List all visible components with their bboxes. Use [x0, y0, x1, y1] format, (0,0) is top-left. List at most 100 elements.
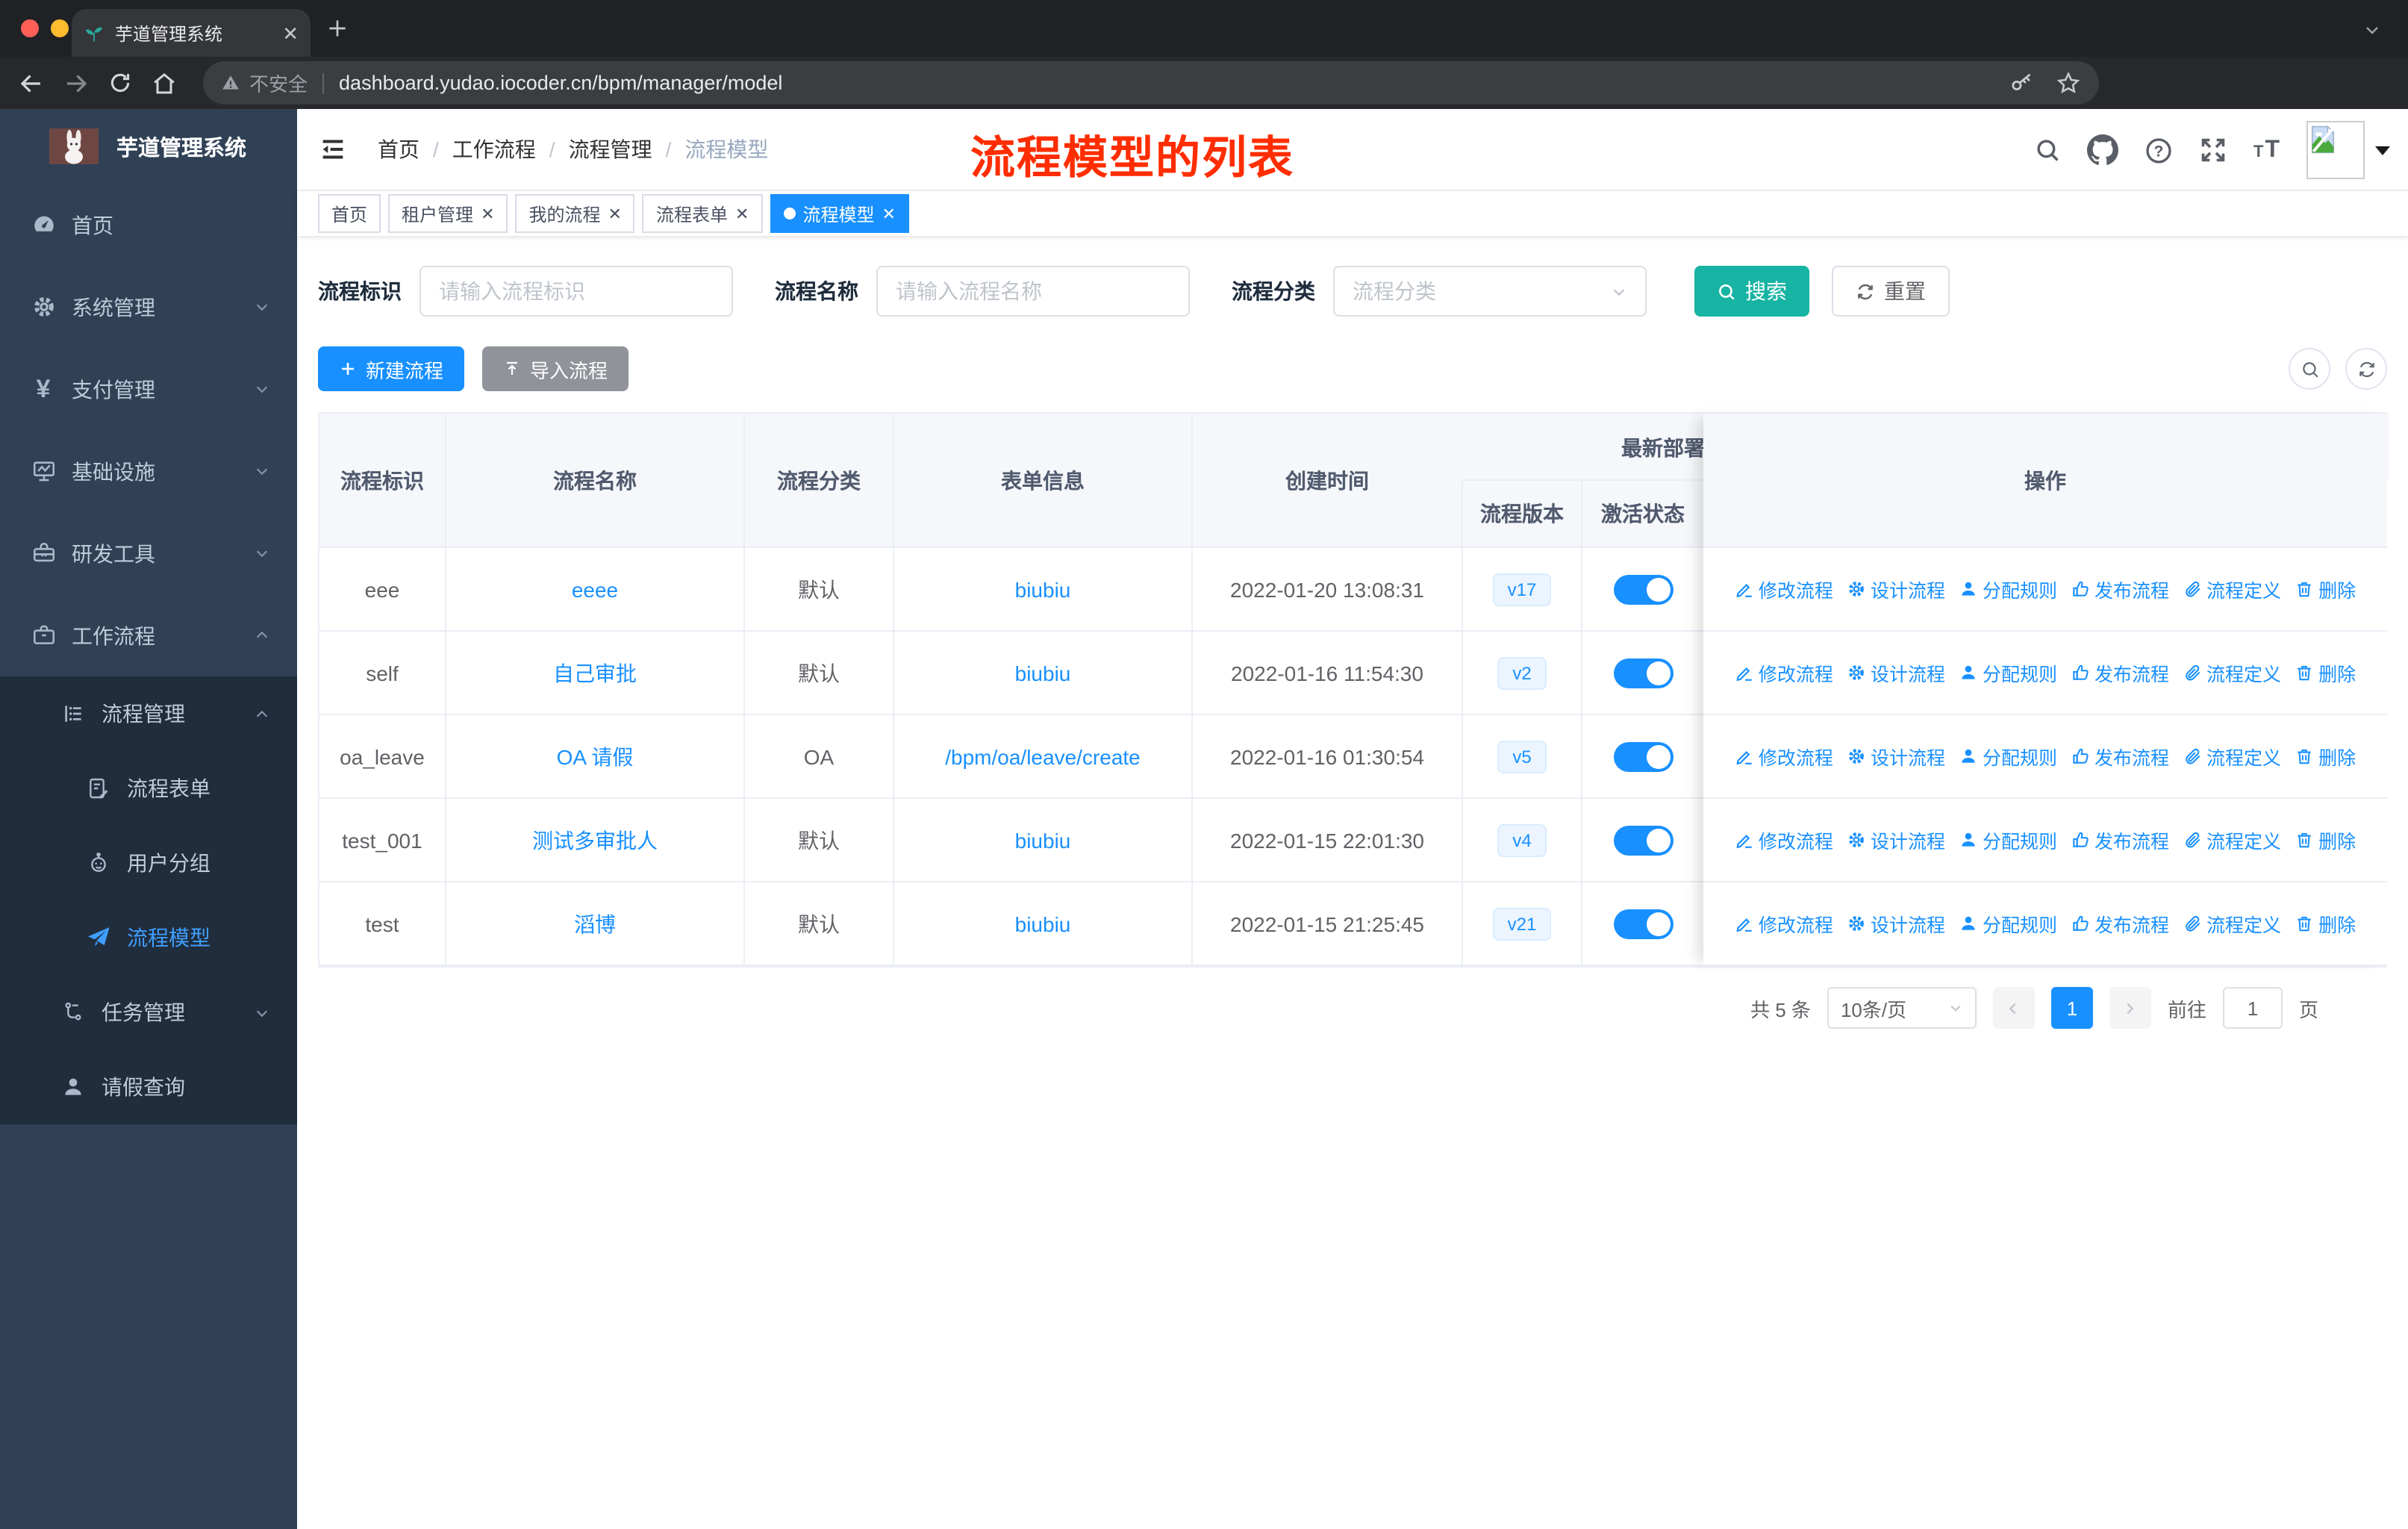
bookmark-star-icon[interactable]	[2056, 70, 2081, 96]
back-icon[interactable]	[18, 69, 45, 96]
design-process-link[interactable]: 设计流程	[1847, 909, 1945, 938]
security-warning[interactable]: 不安全	[221, 69, 308, 97]
sidebar-item-workflow[interactable]: 工作流程	[0, 594, 297, 676]
sidebar-collapse-icon[interactable]	[318, 134, 348, 164]
refresh-table-button[interactable]	[2345, 348, 2387, 390]
close-window-button[interactable]	[21, 19, 39, 37]
reset-button[interactable]: 重置	[1832, 266, 1950, 317]
tag-tenant[interactable]: 租户管理 ✕	[388, 194, 508, 233]
tag-my-process[interactable]: 我的流程 ✕	[515, 194, 635, 233]
design-process-link[interactable]: 设计流程	[1847, 742, 1945, 770]
form-info-link[interactable]: biubiu	[1015, 828, 1071, 852]
form-info-link[interactable]: /bpm/oa/leave/create	[945, 744, 1141, 768]
address-bar[interactable]: 不安全 dashboard.yudao.iocoder.cn/bpm/manag…	[203, 61, 2099, 105]
goto-page-input[interactable]	[2222, 987, 2283, 1029]
active-toggle[interactable]	[1613, 574, 1673, 604]
breadcrumb-process-management[interactable]: 流程管理	[569, 134, 652, 164]
forward-icon[interactable]	[63, 69, 90, 96]
process-definition-link[interactable]: 流程定义	[2183, 575, 2281, 603]
sidebar-item-payment[interactable]: ¥ 支付管理	[0, 348, 297, 430]
sidebar-item-user-group[interactable]: 用户分组	[0, 826, 297, 900]
modify-process-link[interactable]: 修改流程	[1735, 575, 1833, 603]
tab-search-chevron-icon[interactable]	[2363, 21, 2381, 39]
home-icon[interactable]	[151, 69, 178, 96]
design-process-link[interactable]: 设计流程	[1847, 575, 1945, 603]
assign-rule-link[interactable]: 分配规则	[1959, 575, 2057, 603]
process-key-input[interactable]	[419, 266, 733, 317]
header-search-icon[interactable]	[2034, 136, 2062, 164]
process-definition-link[interactable]: 流程定义	[2183, 826, 2281, 854]
process-definition-link[interactable]: 流程定义	[2183, 909, 2281, 938]
assign-rule-link[interactable]: 分配规则	[1959, 658, 2057, 687]
tag-home[interactable]: 首页	[318, 194, 381, 233]
form-info-link[interactable]: biubiu	[1015, 912, 1071, 935]
design-process-link[interactable]: 设计流程	[1847, 658, 1945, 687]
sidebar-item-process-management[interactable]: 流程管理	[0, 676, 297, 751]
tag-close-icon[interactable]: ✕	[882, 204, 895, 223]
sidebar-item-process-model[interactable]: 流程模型	[0, 900, 297, 975]
create-process-button[interactable]: 新建流程	[318, 346, 465, 391]
modify-process-link[interactable]: 修改流程	[1735, 826, 1833, 854]
publish-process-link[interactable]: 发布流程	[2071, 909, 2169, 938]
breadcrumb-home[interactable]: 首页	[378, 134, 419, 164]
help-question-icon[interactable]: ?	[2145, 135, 2174, 165]
sidebar-item-system[interactable]: 系统管理	[0, 266, 297, 348]
app-logo-row[interactable]: 芋道管理系统	[0, 109, 297, 184]
search-button[interactable]: 搜索	[1694, 266, 1809, 317]
delete-link[interactable]: 删除	[2295, 658, 2356, 687]
assign-rule-link[interactable]: 分配规则	[1959, 909, 2057, 938]
sidebar-item-leave-query[interactable]: 请假查询	[0, 1050, 297, 1124]
fullscreen-icon[interactable]	[2200, 136, 2228, 164]
user-avatar-menu[interactable]	[2306, 121, 2390, 179]
process-name-link[interactable]: eeee	[572, 577, 618, 601]
publish-process-link[interactable]: 发布流程	[2071, 742, 2169, 770]
github-icon[interactable]	[2087, 134, 2119, 166]
modify-process-link[interactable]: 修改流程	[1735, 909, 1833, 938]
publish-process-link[interactable]: 发布流程	[2071, 658, 2169, 687]
modify-process-link[interactable]: 修改流程	[1735, 658, 1833, 687]
tag-process-model[interactable]: 流程模型 ✕	[770, 194, 909, 233]
font-size-icon[interactable]: TT	[2253, 137, 2281, 164]
new-tab-button[interactable]	[325, 16, 349, 40]
password-key-icon[interactable]	[2009, 70, 2035, 96]
process-name-input[interactable]	[876, 266, 1190, 317]
avatar-caret-icon[interactable]	[2375, 146, 2390, 155]
page-size-select[interactable]: 10条/页	[1827, 987, 1977, 1029]
assign-rule-link[interactable]: 分配规则	[1959, 826, 2057, 854]
sidebar-item-process-form[interactable]: 流程表单	[0, 751, 297, 826]
minimize-window-button[interactable]	[51, 19, 69, 37]
delete-link[interactable]: 删除	[2295, 575, 2356, 603]
show-search-toggle-button[interactable]	[2289, 348, 2330, 390]
browser-tab[interactable]: 芋道管理系统 ✕	[72, 9, 311, 57]
publish-process-link[interactable]: 发布流程	[2071, 826, 2169, 854]
import-process-button[interactable]: 导入流程	[482, 346, 629, 391]
process-name-link[interactable]: 滔博	[574, 909, 616, 938]
process-definition-link[interactable]: 流程定义	[2183, 658, 2281, 687]
current-page-button[interactable]: 1	[2050, 987, 2093, 1029]
active-toggle[interactable]	[1613, 741, 1673, 771]
tag-close-icon[interactable]: ✕	[481, 204, 494, 223]
process-name-link[interactable]: OA 请假	[557, 741, 634, 771]
assign-rule-link[interactable]: 分配规则	[1959, 742, 2057, 770]
breadcrumb-workflow[interactable]: 工作流程	[452, 134, 536, 164]
version-badge[interactable]: v5	[1497, 740, 1547, 773]
category-select[interactable]: 流程分类	[1333, 266, 1647, 317]
tag-close-icon[interactable]: ✕	[608, 204, 622, 223]
sidebar-item-home[interactable]: 首页	[0, 184, 297, 266]
tab-close-icon[interactable]: ✕	[282, 23, 299, 43]
avatar-broken-image[interactable]	[2306, 121, 2365, 179]
sidebar-item-infrastructure[interactable]: 基础设施	[0, 430, 297, 512]
delete-link[interactable]: 删除	[2295, 909, 2356, 938]
active-toggle[interactable]	[1613, 909, 1673, 938]
prev-page-button[interactable]	[1992, 987, 2035, 1029]
version-badge[interactable]: v21	[1492, 907, 1552, 940]
form-info-link[interactable]: biubiu	[1015, 577, 1071, 601]
process-definition-link[interactable]: 流程定义	[2183, 742, 2281, 770]
next-page-button[interactable]	[2109, 987, 2151, 1029]
version-badge[interactable]: v2	[1497, 656, 1547, 689]
process-name-link[interactable]: 自己审批	[553, 658, 637, 688]
design-process-link[interactable]: 设计流程	[1847, 826, 1945, 854]
version-badge[interactable]: v17	[1492, 573, 1552, 605]
delete-link[interactable]: 删除	[2295, 742, 2356, 770]
sidebar-item-task-management[interactable]: 任务管理	[0, 975, 297, 1050]
